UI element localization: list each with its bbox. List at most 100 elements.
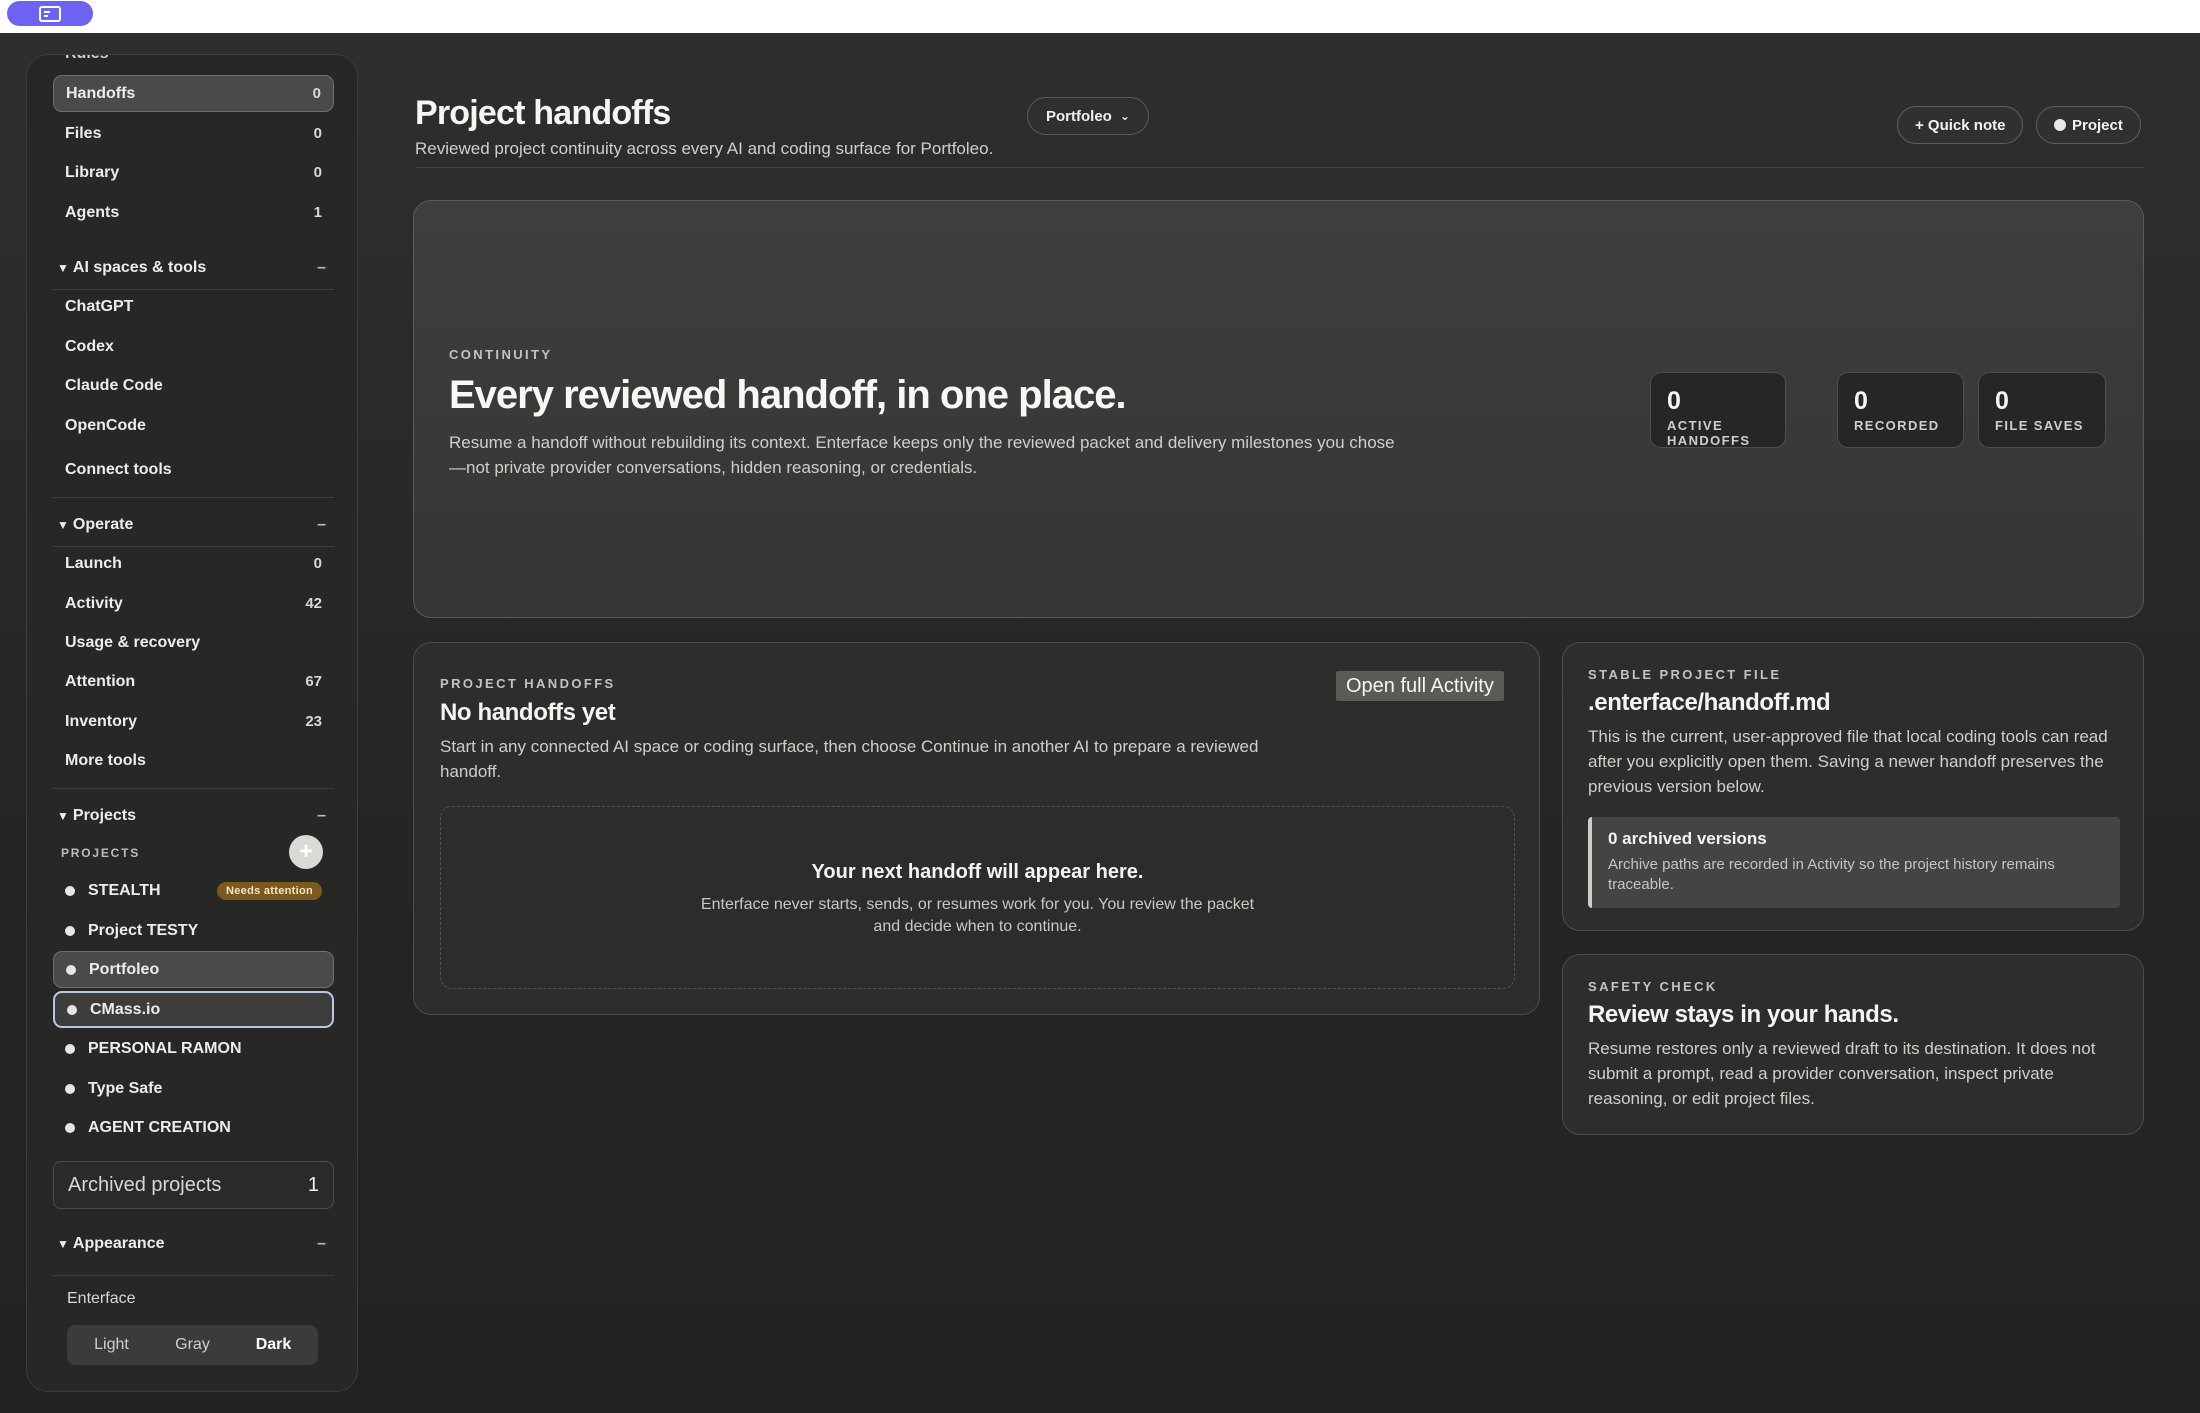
collapse-icon[interactable]: – bbox=[317, 1235, 326, 1253]
collapse-icon[interactable]: – bbox=[317, 516, 326, 534]
sidebar-item-opencode[interactable]: OpenCode bbox=[53, 407, 334, 444]
project-label: CMass.io bbox=[90, 1000, 161, 1018]
project-item-personal-ramon[interactable]: PERSONAL RAMON bbox=[53, 1030, 334, 1067]
sidebar-item-usage-recovery[interactable]: Usage & recovery bbox=[53, 624, 334, 661]
sidebar-item-count: 23 bbox=[305, 713, 322, 730]
section-toggle-projects[interactable]: ▼ Projects – bbox=[53, 801, 334, 831]
card-eyebrow: SAFETY CHECK bbox=[1588, 979, 1718, 994]
project-item-agent-creation[interactable]: AGENT CREATION bbox=[53, 1109, 334, 1146]
sidebar-item-label: Usage & recovery bbox=[65, 633, 201, 651]
section-toggle-appearance[interactable]: ▼ Appearance – bbox=[53, 1229, 334, 1259]
app-window-icon[interactable] bbox=[7, 1, 93, 26]
caret-down-icon: ▼ bbox=[57, 518, 69, 532]
project-dot-icon bbox=[65, 1083, 75, 1094]
section-title: Projects bbox=[72, 807, 137, 824]
sidebar-item-chatgpt[interactable]: ChatGPT bbox=[53, 288, 334, 325]
stat-value: 0 bbox=[1854, 387, 1868, 415]
sidebar-item-count: 0 bbox=[313, 555, 322, 572]
sidebar-item-activity[interactable]: Activity 42 bbox=[53, 585, 334, 622]
project-item-project-testy[interactable]: Project TESTY bbox=[53, 912, 334, 949]
project-item-portfoleo[interactable]: Portfoleo bbox=[53, 951, 334, 988]
project-dot-icon bbox=[66, 964, 76, 975]
sidebar-item-label: Handoffs bbox=[66, 84, 136, 102]
sidebar-item-count: 0 bbox=[313, 125, 322, 142]
sidebar-item-attention[interactable]: Attention 67 bbox=[53, 663, 334, 700]
stat-value: 0 bbox=[1667, 387, 1681, 415]
page-subtitle: Reviewed project continuity across every… bbox=[415, 139, 994, 158]
project-label: Portfoleo bbox=[89, 960, 160, 978]
connect-tools-link[interactable]: Connect tools bbox=[53, 451, 334, 488]
status-badge: Needs attention bbox=[216, 881, 322, 900]
empty-state: Your next handoff will appear here. Ente… bbox=[440, 806, 1515, 989]
theme-option-light[interactable]: Light bbox=[71, 1336, 152, 1354]
sidebar-item-agents[interactable]: Agents 1 bbox=[53, 194, 334, 231]
empty-body: Enterface never starts, sends, or resume… bbox=[700, 896, 1255, 935]
card-eyebrow: STABLE PROJECT FILE bbox=[1588, 667, 1782, 682]
archived-label: Archived projects bbox=[68, 1173, 222, 1196]
theme-option-gray[interactable]: Gray bbox=[152, 1336, 233, 1354]
continuity-hero: CONTINUITY Every reviewed handoff, in on… bbox=[413, 200, 2144, 618]
divider bbox=[53, 1275, 334, 1276]
add-project-button[interactable]: + bbox=[289, 835, 323, 869]
sidebar-item-label: More tools bbox=[65, 751, 146, 769]
note-title: 0 archived versions bbox=[1608, 829, 1767, 848]
collapse-icon[interactable]: – bbox=[317, 807, 326, 825]
project-button-label: Project bbox=[2072, 116, 2123, 134]
sidebar-item-label: ChatGPT bbox=[65, 297, 134, 315]
safety-check-card: SAFETY CHECK Review stays in your hands.… bbox=[1562, 954, 2144, 1135]
section-toggle-operate[interactable]: ▼ Operate – bbox=[53, 510, 334, 540]
sidebar-item-count: 0 bbox=[313, 164, 322, 181]
divider bbox=[53, 788, 334, 789]
header-divider bbox=[415, 167, 2144, 168]
archived-projects-button[interactable]: Archived projects 1 bbox=[53, 1161, 334, 1209]
sidebar: Rules Handoffs 0 Files 0 Library 0 Agent… bbox=[26, 54, 358, 1392]
section-toggle-ai-spaces[interactable]: ▼ AI spaces & tools – bbox=[53, 253, 334, 283]
sidebar-item-launch[interactable]: Launch 0 bbox=[53, 545, 334, 582]
theme-switcher: Light Gray Dark bbox=[67, 1325, 318, 1365]
card-body: Start in any connected AI space or codin… bbox=[440, 737, 1259, 781]
sidebar-item-count: 0 bbox=[312, 85, 321, 102]
sidebar-item-count: 1 bbox=[313, 204, 322, 221]
project-label: AGENT CREATION bbox=[88, 1118, 231, 1136]
sidebar-item-codex[interactable]: Codex bbox=[53, 328, 334, 365]
theme-option-dark[interactable]: Dark bbox=[233, 1336, 314, 1354]
stat-active-handoffs: 0 ACTIVE HANDOFFS bbox=[1650, 372, 1786, 448]
sidebar-item-rules[interactable]: Rules bbox=[65, 55, 109, 63]
sidebar-item-claude-code[interactable]: Claude Code bbox=[53, 367, 334, 404]
project-select-value: Portfoleo bbox=[1046, 107, 1112, 125]
stat-value: 0 bbox=[1995, 387, 2009, 415]
sidebar-item-more-tools[interactable]: More tools bbox=[53, 742, 334, 779]
sidebar-item-count: 42 bbox=[305, 595, 322, 612]
sidebar-item-inventory[interactable]: Inventory 23 bbox=[53, 703, 334, 740]
open-full-activity-button[interactable]: Open full Activity bbox=[1336, 671, 1504, 701]
card-body: This is the current, user-approved file … bbox=[1588, 727, 2108, 796]
project-item-cmass[interactable]: CMass.io bbox=[53, 991, 334, 1028]
quick-note-button[interactable]: + Quick note bbox=[1897, 106, 2024, 144]
stat-label: ACTIVE HANDOFFS bbox=[1667, 418, 1751, 448]
project-dot-icon bbox=[2054, 119, 2066, 131]
card-title: .enterface/handoff.md bbox=[1588, 689, 1831, 716]
card-eyebrow: PROJECT HANDOFFS bbox=[440, 676, 616, 691]
sidebar-item-handoffs[interactable]: Handoffs 0 bbox=[53, 75, 334, 112]
top-bar bbox=[0, 0, 2200, 33]
project-select[interactable]: Portfoleo ⌄ bbox=[1027, 97, 1149, 135]
sidebar-item-files[interactable]: Files 0 bbox=[53, 115, 334, 152]
project-item-stealth[interactable]: STEALTH Needs attention bbox=[53, 872, 334, 909]
sidebar-item-label: OpenCode bbox=[65, 416, 146, 434]
sidebar-item-label: Attention bbox=[65, 672, 136, 690]
stat-recorded: 0 RECORDED bbox=[1837, 372, 1964, 448]
sidebar-item-label: Codex bbox=[65, 337, 114, 355]
project-label: STEALTH bbox=[88, 881, 161, 899]
project-dot-icon bbox=[65, 925, 75, 936]
section-title: AI spaces & tools bbox=[72, 259, 207, 276]
caret-down-icon: ▼ bbox=[57, 261, 69, 275]
archived-versions-note: 0 archived versions Archive paths are re… bbox=[1588, 817, 2120, 908]
project-dot-icon bbox=[65, 885, 75, 896]
project-handoffs-card: PROJECT HANDOFFS No handoffs yet Start i… bbox=[413, 642, 1540, 1015]
divider bbox=[53, 497, 334, 498]
sidebar-item-library[interactable]: Library 0 bbox=[53, 154, 334, 191]
section-title: Appearance bbox=[72, 1235, 165, 1252]
collapse-icon[interactable]: – bbox=[317, 259, 326, 277]
project-button[interactable]: Project bbox=[2036, 106, 2141, 144]
project-item-type-safe[interactable]: Type Safe bbox=[53, 1070, 334, 1107]
